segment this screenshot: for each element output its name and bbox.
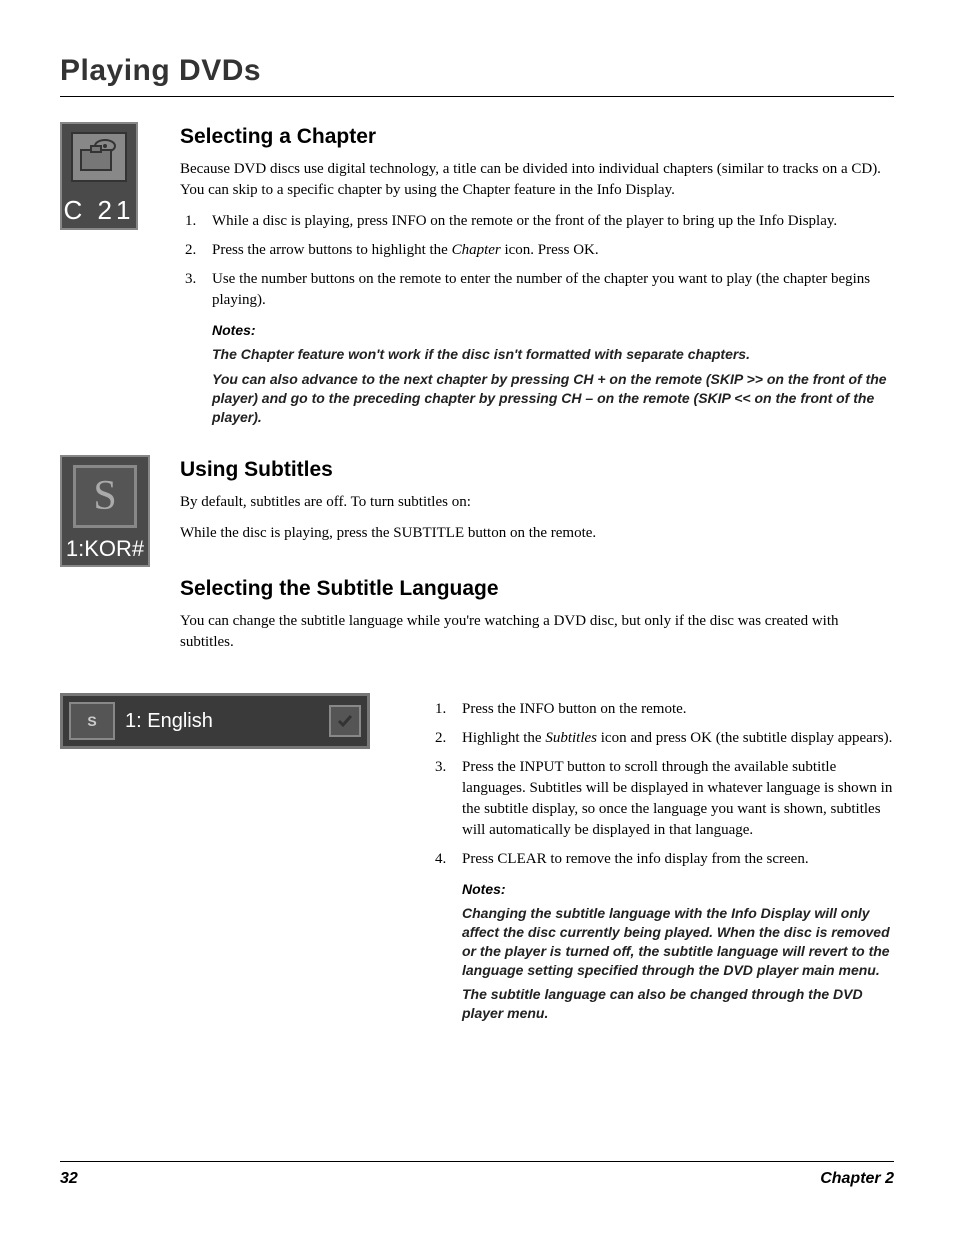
- section-using-subtitles: S 1:KOR# Using Subtitles By default, sub…: [60, 455, 894, 664]
- heading-subtitle-language: Selecting the Subtitle Language: [180, 574, 894, 603]
- heading-using-subtitles: Using Subtitles: [180, 455, 894, 484]
- checkmark-icon: [329, 705, 361, 737]
- subtitle-icon-label: 1:KOR#: [66, 534, 144, 565]
- sl-step-4: Press CLEAR to remove the info display f…: [450, 849, 894, 870]
- section-selecting-chapter: C 21 Selecting a Chapter Because DVD dis…: [60, 122, 894, 433]
- subtitle-bar-text: 1: English: [125, 707, 319, 735]
- heading-selecting-chapter: Selecting a Chapter: [180, 122, 894, 151]
- subtitle-osd-icon: S 1:KOR#: [60, 455, 150, 567]
- sl-step-3: Press the INPUT button to scroll through…: [450, 757, 894, 841]
- sl-step-1: Press the INFO button on the remote.: [450, 699, 894, 720]
- para-subtitles-2: While the disc is playing, press the SUB…: [180, 523, 894, 544]
- page-title: Playing DVDs: [60, 50, 894, 92]
- chapter-icon-letter: C: [64, 195, 87, 225]
- step-2: Press the arrow buttons to highlight the…: [200, 240, 894, 261]
- step-3: Use the number buttons on the remote to …: [200, 269, 894, 311]
- steps-subtitle-lang: Press the INFO button on the remote. Hig…: [430, 699, 894, 870]
- title-rule: [60, 96, 894, 97]
- page-footer: 32 Chapter 2: [60, 1161, 894, 1190]
- s-letter-icon: S: [73, 465, 137, 528]
- subtitle-bar-graphic: S 1: English: [60, 693, 370, 749]
- step-1: While a disc is playing, press INFO on t…: [200, 211, 894, 232]
- subtitle-language-block: S 1: English Press the INFO button on th…: [60, 693, 894, 1029]
- note-chapter-1: The Chapter feature won't work if the di…: [212, 345, 894, 364]
- para-chapter-intro: Because DVD discs use digital technology…: [180, 159, 894, 201]
- subtitle-mini-icon: S: [69, 702, 115, 740]
- steps-chapter: While a disc is playing, press INFO on t…: [180, 211, 894, 311]
- sl-step-2: Highlight the Subtitles icon and press O…: [450, 728, 894, 749]
- notes-label: Notes:: [212, 321, 894, 341]
- chapter-osd-icon: C 21: [60, 122, 138, 230]
- note-chapter-2: You can also advance to the next chapter…: [212, 370, 894, 427]
- page-number: 32: [60, 1168, 78, 1190]
- sl-notes-label: Notes:: [462, 880, 894, 900]
- para-subtitle-lang: You can change the subtitle language whi…: [180, 611, 894, 653]
- para-subtitles-1: By default, subtitles are off. To turn s…: [180, 492, 894, 513]
- chapter-label: Chapter 2: [820, 1168, 894, 1190]
- chapter-icon-number: 21: [98, 195, 135, 225]
- sl-note-2: The subtitle language can also be change…: [462, 985, 894, 1023]
- sl-note-1: Changing the subtitle language with the …: [462, 904, 894, 980]
- disc-icon: [71, 132, 127, 182]
